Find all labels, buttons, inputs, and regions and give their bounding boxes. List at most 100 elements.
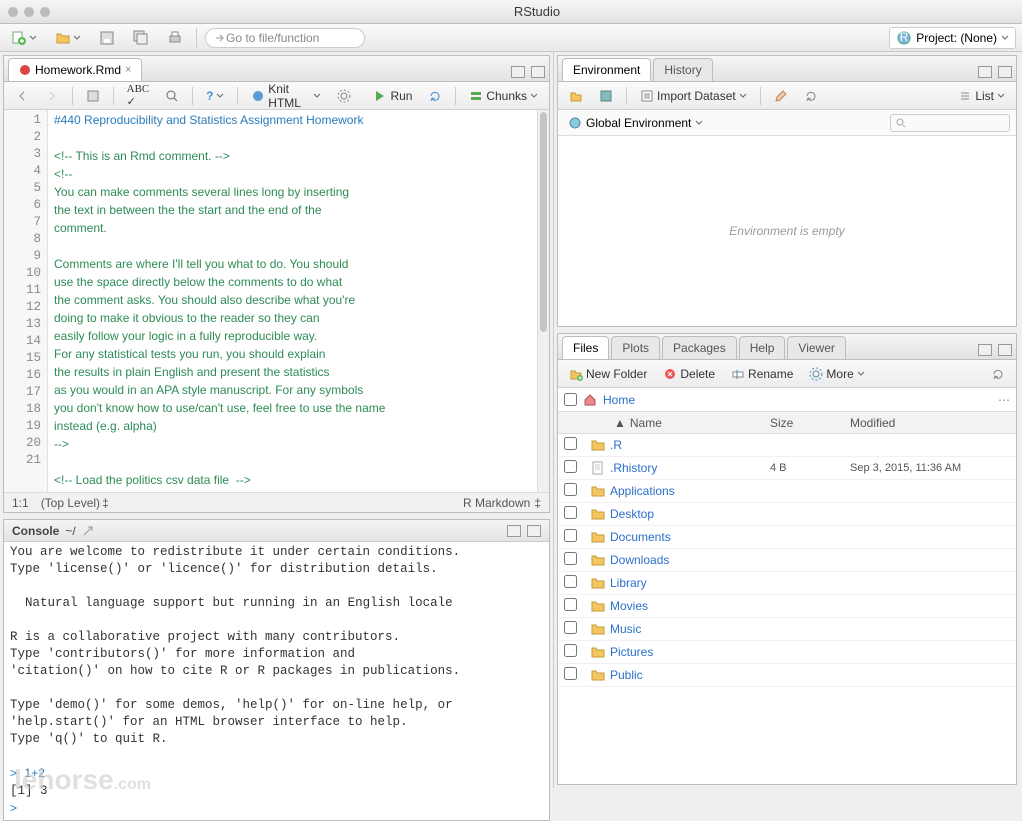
load-workspace-button[interactable] [564, 87, 588, 105]
breadcrumb-home[interactable]: Home [603, 393, 635, 407]
file-name[interactable]: Documents [610, 530, 770, 544]
file-row[interactable]: Applications [558, 480, 1016, 503]
file-checkbox[interactable] [564, 621, 577, 634]
file-row[interactable]: .Rhistory 4 B Sep 3, 2015, 11:36 AM [558, 457, 1016, 480]
back-button[interactable] [10, 87, 34, 105]
editor-scrollbar[interactable] [537, 110, 549, 492]
file-checkbox[interactable] [564, 552, 577, 565]
file-name[interactable]: Library [610, 576, 770, 590]
file-name[interactable]: .R [610, 438, 770, 452]
home-icon[interactable] [583, 393, 597, 407]
file-row[interactable]: Music [558, 618, 1016, 641]
file-name[interactable]: Desktop [610, 507, 770, 521]
outline-level[interactable]: (Top Level) [41, 496, 100, 510]
save-workspace-button[interactable] [594, 87, 618, 105]
popout-icon[interactable] [82, 525, 94, 537]
file-name[interactable]: Movies [610, 599, 770, 613]
file-name[interactable]: Music [610, 622, 770, 636]
run-button[interactable]: Run [368, 87, 417, 105]
file-checkbox[interactable] [564, 667, 577, 680]
source-tab-homework[interactable]: Homework.Rmd × [8, 58, 142, 81]
maximize-pane-button[interactable] [998, 344, 1012, 356]
column-size[interactable]: Size [770, 416, 850, 430]
environment-search[interactable] [890, 114, 1010, 132]
save-source-button[interactable] [81, 87, 105, 105]
more-paths-button[interactable]: ⋯ [998, 393, 1010, 407]
refresh-files-button[interactable] [986, 365, 1010, 383]
source-editor[interactable]: 123456789101112131415161718192021 #440 R… [4, 110, 549, 492]
find-button[interactable] [160, 87, 184, 105]
tab-plots[interactable]: Plots [611, 336, 660, 359]
tab-packages[interactable]: Packages [662, 336, 737, 359]
file-checkbox[interactable] [564, 575, 577, 588]
file-name[interactable]: Applications [610, 484, 770, 498]
save-button[interactable] [94, 27, 120, 49]
view-mode-button[interactable]: List [953, 87, 1010, 105]
environment-scope-select[interactable]: Global Environment [564, 114, 707, 132]
knit-button[interactable]: Knit HTML [246, 80, 326, 112]
maximize-pane-button[interactable] [527, 525, 541, 537]
file-row[interactable]: Public [558, 664, 1016, 687]
column-modified[interactable]: Modified [850, 416, 1010, 430]
file-type-label[interactable]: R Markdown [463, 496, 530, 510]
close-window-button[interactable] [8, 7, 18, 17]
file-checkbox[interactable] [564, 506, 577, 519]
delete-button[interactable]: Delete [658, 365, 720, 383]
file-row[interactable]: .R [558, 434, 1016, 457]
file-checkbox[interactable] [564, 437, 577, 450]
rerun-button[interactable] [423, 87, 447, 105]
save-all-button[interactable] [128, 27, 154, 49]
maximize-pane-button[interactable] [531, 66, 545, 78]
help-button[interactable]: ? [201, 87, 229, 105]
spellcheck-button[interactable]: ABC✓ [122, 81, 155, 110]
new-file-button[interactable] [6, 27, 42, 49]
select-all-checkbox[interactable] [564, 393, 577, 406]
file-checkbox[interactable] [564, 460, 577, 473]
file-checkbox[interactable] [564, 483, 577, 496]
rename-button[interactable]: Rename [726, 365, 798, 383]
refresh-env-button[interactable] [799, 87, 823, 105]
file-row[interactable]: Downloads [558, 549, 1016, 572]
file-row[interactable]: Documents [558, 526, 1016, 549]
folder-icon [586, 437, 610, 453]
file-row[interactable]: Movies [558, 595, 1016, 618]
tab-files[interactable]: Files [562, 336, 609, 359]
new-folder-button[interactable]: New Folder [564, 365, 652, 383]
minimize-pane-button[interactable] [978, 344, 992, 356]
minimize-window-button[interactable] [24, 7, 34, 17]
file-name[interactable]: Public [610, 668, 770, 682]
file-name[interactable]: Pictures [610, 645, 770, 659]
tab-history[interactable]: History [653, 58, 712, 81]
minimize-pane-button[interactable] [978, 66, 992, 78]
zoom-window-button[interactable] [40, 7, 50, 17]
forward-button[interactable] [40, 87, 64, 105]
code-area[interactable]: #440 Reproducibility and Statistics Assi… [48, 110, 537, 492]
chunks-button[interactable]: Chunks [464, 87, 543, 105]
minimize-pane-button[interactable] [507, 525, 521, 537]
more-button[interactable]: More [804, 365, 869, 383]
file-checkbox[interactable] [564, 598, 577, 611]
import-dataset-button[interactable]: Import Dataset [635, 87, 752, 105]
clear-workspace-button[interactable] [769, 87, 793, 105]
file-name[interactable]: .Rhistory [610, 461, 770, 475]
console-output[interactable]: You are welcome to redistribute it under… [4, 542, 549, 820]
goto-file-function[interactable]: Go to file/function [205, 28, 365, 48]
file-checkbox[interactable] [564, 644, 577, 657]
maximize-pane-button[interactable] [998, 66, 1012, 78]
close-tab-button[interactable]: × [125, 64, 131, 76]
tab-help[interactable]: Help [739, 336, 786, 359]
column-name[interactable]: Name [630, 416, 770, 430]
open-file-button[interactable] [50, 27, 86, 49]
file-row[interactable]: Library [558, 572, 1016, 595]
project-menu-button[interactable]: R Project: (None) [889, 27, 1016, 49]
document-options-button[interactable] [332, 87, 356, 105]
file-row[interactable]: Pictures [558, 641, 1016, 664]
search-icon [165, 89, 179, 103]
tab-viewer[interactable]: Viewer [787, 336, 845, 359]
file-row[interactable]: Desktop [558, 503, 1016, 526]
tab-environment[interactable]: Environment [562, 58, 651, 81]
minimize-pane-button[interactable] [511, 66, 525, 78]
file-name[interactable]: Downloads [610, 553, 770, 567]
file-checkbox[interactable] [564, 529, 577, 542]
print-button[interactable] [162, 27, 188, 49]
